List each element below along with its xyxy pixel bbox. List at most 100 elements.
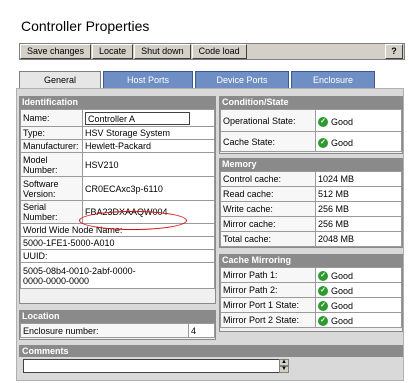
arrow-down-icon[interactable]: ▼ (279, 366, 289, 373)
memory-row: Read cache: 512 MB (220, 186, 402, 202)
memory-label: Write cache: (220, 201, 316, 217)
identification-header: Identification (19, 96, 216, 108)
enclosure-value: 4 (188, 323, 215, 338)
location-table: Enclosure number: 4 (20, 323, 215, 338)
location-header: Location (19, 310, 216, 322)
operational-cell: ✓ Good (315, 109, 402, 132)
mirror-cell: ✓ Good (315, 312, 402, 328)
cache-state-row: Cache State: ✓ Good (220, 131, 402, 152)
tab-enclosure[interactable]: Enclosure (291, 71, 375, 88)
memory-label: Mirror cache: (220, 216, 316, 232)
memory-row: Total cache: 2048 MB (220, 231, 402, 247)
type-label: Type: (20, 126, 83, 140)
mirror-label: Mirror Port 2 State: (220, 312, 316, 328)
mirror-status: ✓ Good (318, 316, 353, 326)
check-circle-icon: ✓ (318, 301, 328, 311)
operational-value: Good (331, 116, 354, 127)
manufacturer-value: Hewlett-Packard (82, 139, 215, 153)
help-button[interactable]: ? (385, 44, 403, 59)
mirror-status: ✓ Good (318, 286, 353, 296)
cache-state-cell: ✓ Good (315, 131, 402, 152)
type-value: HSV Storage System (82, 126, 215, 140)
memory-header: Memory (219, 158, 403, 170)
mirroring-table: Mirror Path 1: ✓ Good Mirror Path 2: ✓ Goo… (220, 267, 402, 328)
cache-state-value: Good (331, 137, 354, 148)
comments-header: Comments (19, 345, 403, 357)
check-circle-icon: ✓ (318, 116, 328, 127)
check-circle-icon: ✓ (318, 316, 328, 326)
mirroring-panel: Mirror Path 1: ✓ Good Mirror Path 2: ✓ Goo… (219, 266, 403, 332)
name-cell: Controller A (82, 109, 215, 127)
wwn-value: 5000-1FE1-5000-A010 (20, 236, 215, 250)
uuid-value: 5005-08b4-0010-2abf-0000-0000-0000-0000 (20, 262, 215, 289)
model-label: Model Number: (20, 152, 83, 177)
mirror-cell: ✓ Good (315, 297, 402, 313)
page-title: Controller Properties (21, 18, 150, 34)
enclosure-label: Enclosure number: (20, 323, 189, 338)
name-row: Name: Controller A (20, 109, 215, 127)
condition-table: Operational State: ✓ Good Cache State: ✓ G… (220, 109, 402, 152)
location-panel: Enclosure number: 4 (19, 322, 216, 340)
mirror-label: Mirror Path 2: (220, 282, 316, 298)
software-row: Software Version: CR0ECAxc3p-6110 (20, 176, 215, 201)
memory-value: 1024 MB (315, 171, 402, 187)
model-value: HSV210 (82, 152, 215, 177)
identification-table: Name: Controller A Type: HSV Storage Sys… (20, 109, 215, 289)
tab-host-ports[interactable]: Host Ports (103, 71, 193, 88)
manufacturer-label: Manufacturer: (20, 139, 83, 153)
cache-state-label: Cache State: (220, 131, 316, 152)
arrow-up-icon[interactable]: ▲ (279, 359, 289, 366)
mirror-row: Mirror Path 1: ✓ Good (220, 267, 402, 283)
software-value: CR0ECAxc3p-6110 (82, 176, 215, 201)
check-circle-icon: ✓ (318, 286, 328, 296)
uuid-label-row: UUID: (20, 249, 215, 263)
locate-button[interactable]: Locate (92, 44, 134, 59)
serial-label: Serial Number: (20, 200, 83, 224)
code-load-button[interactable]: Code load (191, 44, 247, 59)
mirror-value: Good (331, 301, 354, 311)
general-tab-content: Identification Name: Controller A Type: … (16, 88, 404, 381)
operational-label: Operational State: (220, 109, 316, 132)
operational-status: ✓ Good (318, 116, 354, 127)
mirror-label: Mirror Port 1 State: (220, 297, 316, 313)
model-row: Model Number: HSV210 (20, 152, 215, 177)
mirror-row: Mirror Port 2 State: ✓ Good (220, 312, 402, 328)
tab-general[interactable]: General (19, 71, 101, 89)
name-label: Name: (20, 109, 83, 127)
operational-row: Operational State: ✓ Good (220, 109, 402, 132)
shut-down-button[interactable]: Shut down (134, 44, 191, 59)
tab-device-ports[interactable]: Device Ports (195, 71, 289, 88)
mirror-value: Good (331, 316, 354, 326)
memory-table: Control cache: 1024 MB Read cache: 512 M… (220, 171, 402, 247)
mirror-status: ✓ Good (318, 301, 353, 311)
mirror-value: Good (331, 271, 354, 281)
memory-value: 512 MB (315, 186, 402, 202)
mirror-row: Mirror Port 1 State: ✓ Good (220, 297, 402, 313)
type-row: Type: HSV Storage System (20, 126, 215, 140)
memory-value: 256 MB (315, 201, 402, 217)
memory-label: Read cache: (220, 186, 316, 202)
wwn-value-row: 5000-1FE1-5000-A010 (20, 236, 215, 250)
identification-panel: Name: Controller A Type: HSV Storage Sys… (19, 108, 216, 304)
memory-panel: Control cache: 1024 MB Read cache: 512 M… (219, 170, 403, 248)
comments-textarea[interactable] (23, 359, 289, 373)
manufacturer-row: Manufacturer: Hewlett-Packard (20, 139, 215, 153)
memory-row: Control cache: 1024 MB (220, 171, 402, 187)
mirror-cell: ✓ Good (315, 267, 402, 283)
memory-label: Control cache: (220, 171, 316, 187)
save-changes-button[interactable]: Save changes (20, 44, 92, 59)
mirroring-header: Cache Mirroring (219, 254, 403, 266)
mirror-status: ✓ Good (318, 271, 353, 281)
controller-name-input[interactable]: Controller A (85, 111, 190, 125)
memory-label: Total cache: (220, 231, 316, 247)
uuid-value-row: 5005-08b4-0010-2abf-0000-0000-0000-0000 (20, 262, 215, 289)
mirror-label: Mirror Path 1: (220, 267, 316, 283)
tab-bar: General Host Ports Device Ports Enclosur… (19, 71, 399, 89)
mirror-row: Mirror Path 2: ✓ Good (220, 282, 402, 298)
memory-value: 256 MB (315, 216, 402, 232)
enclosure-row: Enclosure number: 4 (20, 323, 215, 338)
mirror-value: Good (331, 286, 354, 296)
serial-highlight-ellipse (79, 211, 187, 230)
cache-status: ✓ Good (318, 137, 354, 148)
